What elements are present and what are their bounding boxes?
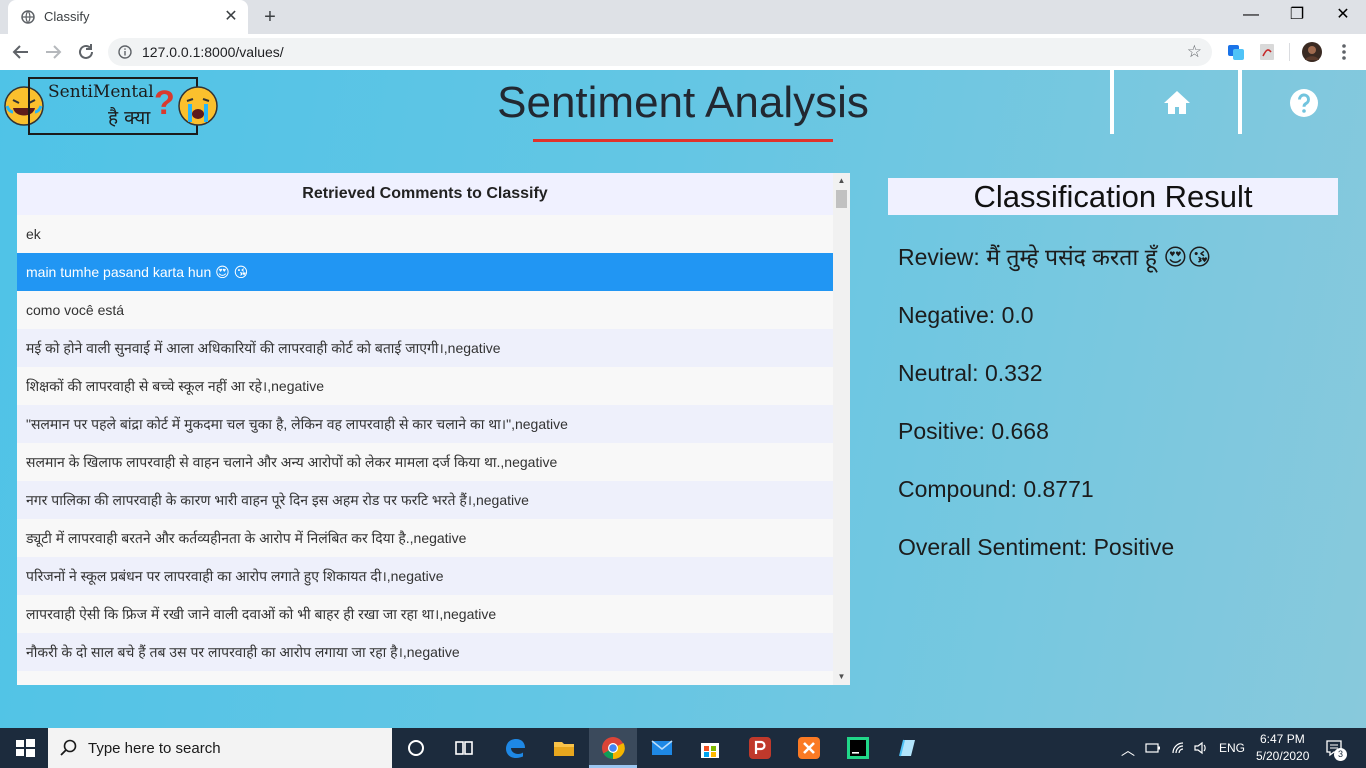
site-logo[interactable]: SentiMental है क्या ? [4,74,220,135]
cortana-icon[interactable] [404,736,428,760]
clock-time[interactable]: 6:47 PM [1260,732,1305,746]
nav-divider [1238,70,1242,134]
neutral-score: Neutral: 0.332 [898,360,1043,387]
close-window-button[interactable]: ✕ [1320,0,1366,32]
task-view-icon[interactable] [452,736,476,760]
compound-score: Compound: 0.8771 [898,476,1094,503]
file-explorer-icon[interactable] [552,736,576,760]
positive-score: Positive: 0.668 [898,418,1049,445]
search-icon [60,739,77,756]
compound-value: 0.8771 [1023,476,1094,502]
page-title: Sentiment Analysis [497,78,869,127]
crying-emoji-icon [178,86,218,126]
help-icon[interactable] [1289,88,1319,118]
comments-heading: Retrieved Comments to Classify [17,173,833,215]
postman-icon[interactable] [748,736,772,760]
logo-question-mark: ? [154,84,175,122]
comment-row-selected[interactable]: main tumhe pasand karta hun 😍 😘 [17,253,833,291]
close-tab-icon[interactable]: ✕ [222,8,240,26]
comment-row[interactable]: मई को होने वाली सुनवाई में आला अधिकारियो… [17,329,833,367]
site-info-icon[interactable] [118,45,132,59]
edge-browser-icon[interactable] [503,736,527,760]
review-result: Review: मैं तुम्हे पसंद करता हूँ 😍😘 [898,240,1211,272]
result-heading: Classification Result [888,178,1338,215]
logo-text-english: SentiMental [48,82,154,102]
comment-row[interactable]: परिजनों ने स्कूल प्रबंधन पर लापरवाही का … [17,557,833,595]
menu-icon[interactable] [1334,42,1354,62]
language-indicator[interactable]: ENG [1219,741,1245,755]
neutral-value: 0.332 [984,360,1043,386]
comment-row[interactable]: ड्यूटी में लापरवाही बरतने और कर्तव्यहीनत… [17,519,833,557]
store-icon[interactable] [698,736,722,760]
wifi-icon[interactable] [1170,740,1186,756]
scroll-up-arrow-icon[interactable]: ▲ [833,173,850,189]
comment-row[interactable]: नौकरी के दो साल बचे हैं तब उस पर लापरवाह… [17,633,833,671]
globe-icon [21,10,35,24]
battery-icon[interactable] [1145,741,1161,755]
taskbar-search-box[interactable]: Type here to search [48,728,392,768]
overall-label: Overall Sentiment: [898,534,1088,560]
show-hidden-icons-icon[interactable]: ︿ [1121,740,1135,760]
xampp-icon[interactable] [797,736,821,760]
restore-window-button[interactable]: ❐ [1274,0,1320,32]
comment-row[interactable]: ek [17,215,833,253]
notification-count-badge: 3 [1334,748,1347,761]
comment-row[interactable]: como você está [17,291,833,329]
compound-label: Compound: [898,476,1017,502]
back-icon[interactable] [10,41,32,63]
address-bar[interactable]: 127.0.0.1:8000/values/ ☆ [108,38,1212,66]
windows-taskbar: Type here to search ︿ ENG 6:47 PM 5/20/2… [0,728,1366,768]
bookmark-star-icon[interactable]: ☆ [1187,42,1202,62]
positive-label: Positive: [898,418,985,444]
scrollbar-thumb[interactable] [836,190,847,208]
comment-row[interactable]: सलमान के खिलाफ लापरवाही से वाहन चलाने और… [17,443,833,481]
forward-icon[interactable] [42,41,64,63]
windows-start-icon[interactable] [13,736,37,760]
browser-tab[interactable]: Classify ✕ [8,0,248,34]
comment-row[interactable]: लापरवाही ऐसी कि फ्रिज में रखी जाने वाली … [17,595,833,633]
clock-date[interactable]: 5/20/2020 [1256,749,1309,763]
pycharm-icon[interactable] [846,736,870,760]
comment-row[interactable]: नगर पालिका की लापरवाही के कारण भारी वाहन… [17,481,833,519]
tab-title: Classify [44,9,90,24]
comments-list[interactable]: Retrieved Comments to Classify ek main t… [17,173,833,685]
translate-extension-icon[interactable] [1226,42,1246,62]
neutral-label: Neutral: [898,360,979,386]
profile-avatar[interactable] [1302,42,1322,62]
comment-row[interactable]: … [17,671,833,685]
pdf-extension-icon[interactable] [1257,42,1277,62]
chrome-icon[interactable] [601,736,625,760]
nav-divider [1110,70,1114,134]
minimize-window-button[interactable]: — [1228,0,1274,32]
toolbar-separator [1289,43,1290,61]
browser-tab-strip: Classify ✕ + — ❐ ✕ [0,0,1366,34]
comment-row[interactable]: "सलमान पर पहले बांद्रा कोर्ट में मुकदमा … [17,405,833,443]
home-icon[interactable] [1162,88,1192,118]
review-label: Review: [898,244,980,270]
page-content: SentiMental है क्या ? Sentiment Analysis… [0,70,1366,728]
negative-label: Negative: [898,302,996,328]
volume-icon[interactable] [1193,740,1209,756]
mail-icon[interactable] [650,736,674,760]
negative-score: Negative: 0.0 [898,302,1034,329]
overall-sentiment: Overall Sentiment: Positive [898,534,1174,561]
url-text: 127.0.0.1:8000/values/ [142,44,284,60]
review-value: मैं तुम्हे पसंद करता हूँ 😍😘 [986,244,1212,270]
new-tab-button[interactable]: + [260,6,280,28]
overall-value: Positive [1093,534,1175,560]
scroll-down-arrow-icon[interactable]: ▼ [833,669,850,685]
browser-toolbar: 127.0.0.1:8000/values/ ☆ [0,34,1366,70]
positive-value: 0.668 [991,418,1049,444]
comments-panel: Retrieved Comments to Classify ek main t… [17,173,850,685]
title-underline [533,139,833,142]
comment-row[interactable]: शिक्षकों की लापरवाही से बच्चे स्कूल नहीं… [17,367,833,405]
reload-icon[interactable] [75,41,97,63]
negative-value: 0.0 [1001,302,1034,328]
notebook-app-icon[interactable] [895,736,919,760]
comments-scrollbar[interactable]: ▲ ▼ [833,173,850,685]
taskbar-search-placeholder: Type here to search [88,740,221,757]
logo-text-hindi: है क्या [108,107,151,129]
